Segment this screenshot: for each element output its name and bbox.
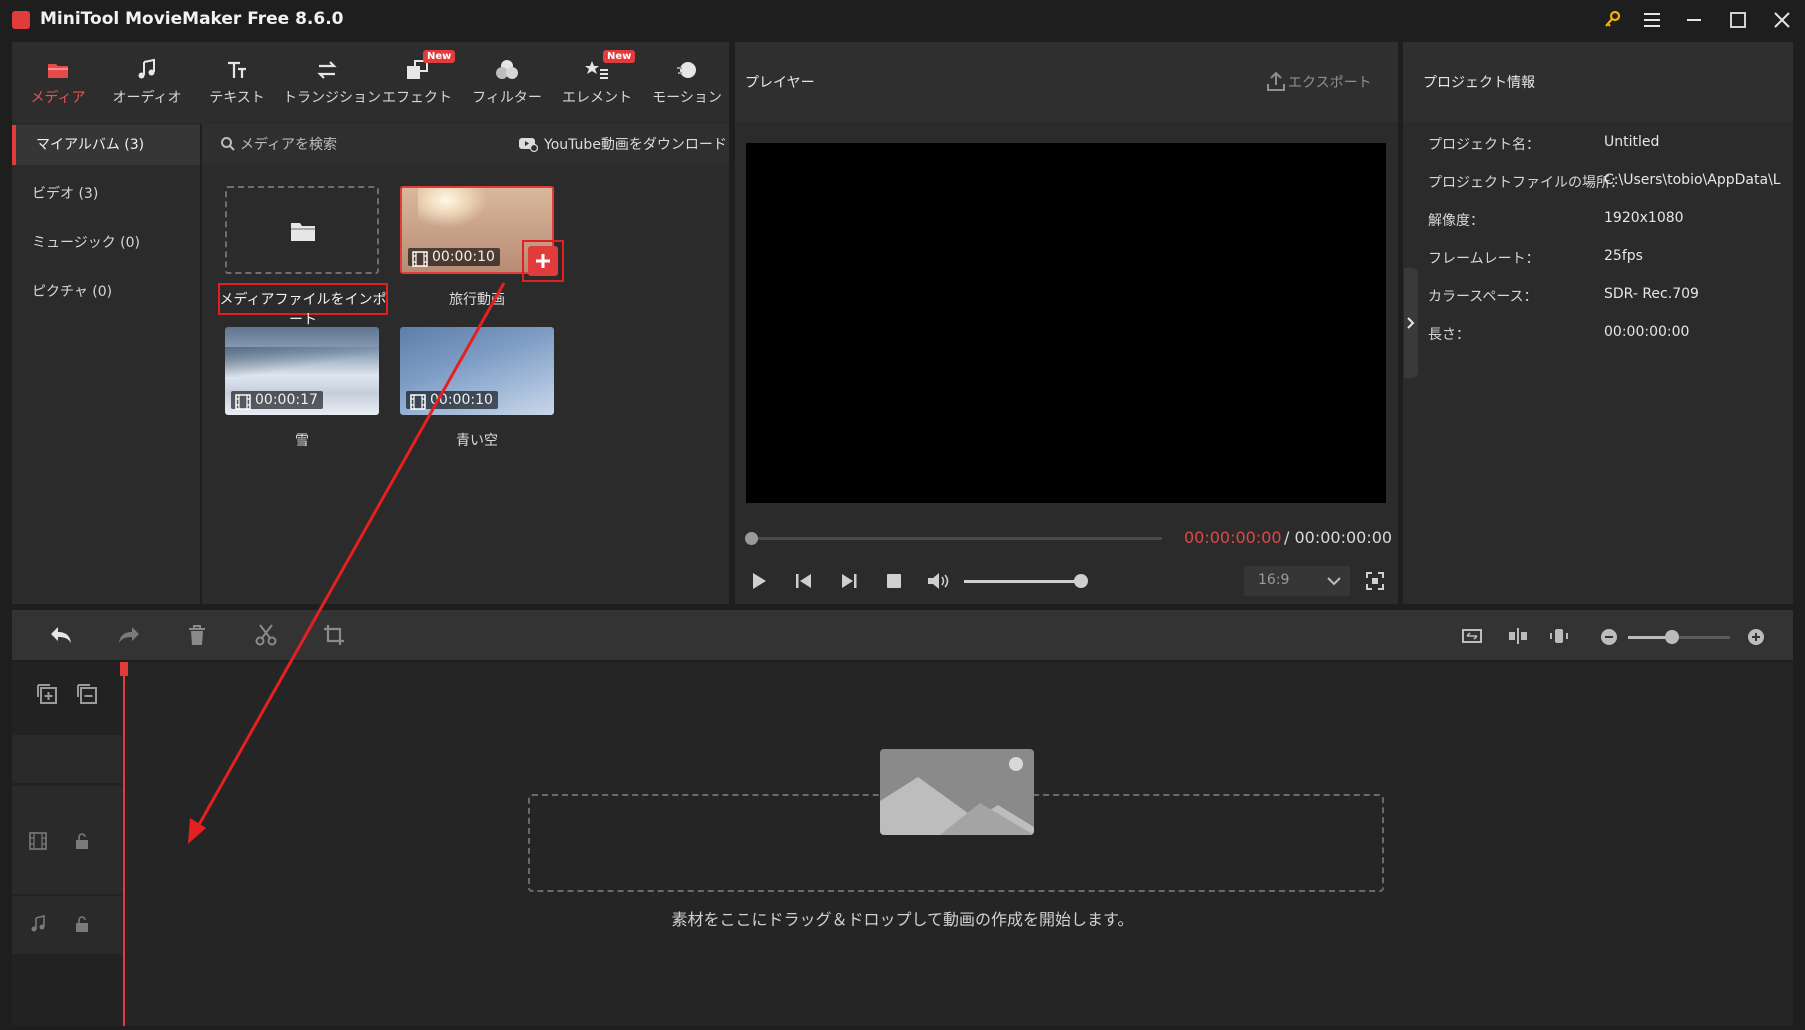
annotation-arrow	[188, 282, 506, 844]
